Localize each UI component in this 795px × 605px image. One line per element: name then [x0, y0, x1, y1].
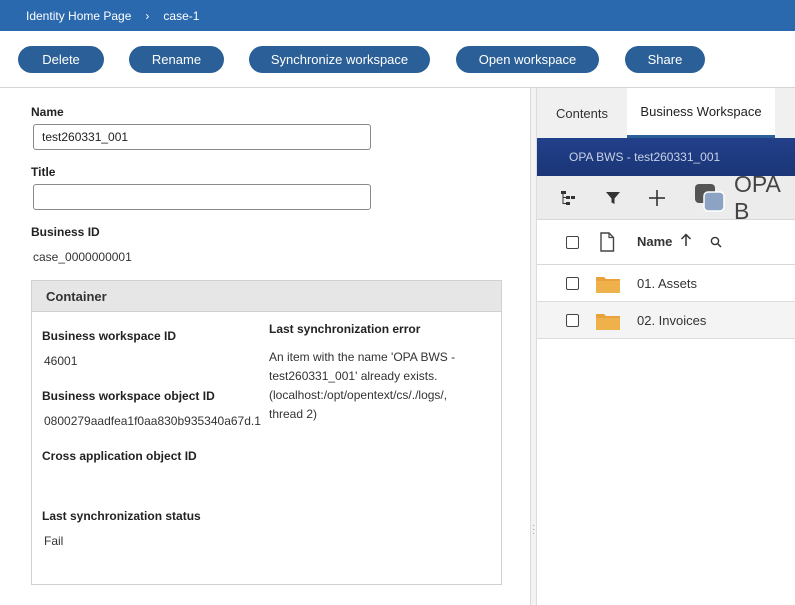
folder-icon — [596, 312, 620, 330]
drag-handle-icon[interactable]: · · · — [532, 521, 535, 539]
column-name-header[interactable]: Name — [637, 234, 672, 249]
properties-panel: Name test260331_001 Title Business ID ca… — [0, 88, 530, 605]
last-sync-status-value: Fail — [44, 534, 64, 548]
document-icon — [599, 232, 615, 257]
row-name[interactable]: 01. Assets — [637, 276, 697, 291]
delete-button[interactable]: Delete — [18, 46, 104, 73]
search-icon[interactable] — [710, 235, 722, 253]
breadcrumb: Identity Home Page › case-1 — [0, 0, 795, 31]
name-label: Name — [31, 105, 64, 119]
title-label: Title — [31, 165, 56, 179]
bws-object-id-value: 0800279aadfea1f0aa830b935340a67d.1 — [44, 414, 261, 428]
bws-id-label: Business workspace ID — [42, 329, 177, 343]
sort-ascending-icon[interactable] — [680, 233, 692, 252]
breadcrumb-current: case-1 — [163, 8, 200, 23]
breadcrumb-home-link[interactable]: Identity Home Page — [26, 9, 131, 23]
tab-contents[interactable]: Contents — [537, 88, 627, 138]
add-icon[interactable] — [645, 176, 669, 220]
workspace-toolbar: OPA B — [537, 171, 795, 224]
action-toolbar: Delete Rename Synchronize workspace Open… — [0, 31, 795, 88]
last-sync-error-label: Last synchronization error — [269, 322, 421, 336]
business-id-label: Business ID — [31, 225, 100, 239]
error-line: An item with the name 'OPA BWS - — [269, 350, 456, 364]
folder-icon — [596, 275, 620, 293]
last-sync-error-value: An item with the name 'OPA BWS - test260… — [269, 348, 455, 424]
error-line: thread 2) — [269, 407, 318, 421]
list-item[interactable]: 02. Invoices — [537, 302, 795, 339]
bws-id-value: 46001 — [44, 354, 78, 368]
open-workspace-button[interactable]: Open workspace — [456, 46, 599, 73]
tree-view-icon[interactable] — [557, 176, 579, 220]
synchronize-workspace-button[interactable]: Synchronize workspace — [249, 46, 430, 73]
table-header: Name — [537, 220, 795, 265]
list-item[interactable]: 01. Assets — [537, 265, 795, 302]
business-id-value: case_0000000001 — [33, 250, 132, 264]
tab-business-workspace[interactable]: Business Workspace — [627, 88, 775, 138]
name-input[interactable]: test260331_001 — [33, 124, 371, 150]
workspace-icon — [694, 176, 726, 220]
rename-button[interactable]: Rename — [129, 46, 224, 73]
row-checkbox[interactable] — [566, 277, 579, 290]
filter-icon[interactable] — [601, 176, 625, 220]
error-line: (localhost:/opt/opentext/cs/./logs/, — [269, 388, 448, 402]
share-button[interactable]: Share — [625, 46, 705, 73]
cross-app-id-label: Cross application object ID — [42, 449, 197, 463]
bws-object-id-label: Business workspace object ID — [42, 389, 215, 403]
workspace-title: OPA B — [734, 171, 780, 224]
row-checkbox[interactable] — [566, 314, 579, 327]
tab-bar: Contents Business Workspace — [537, 88, 795, 138]
row-name[interactable]: 02. Invoices — [637, 313, 706, 328]
last-sync-status-label: Last synchronization status — [42, 509, 201, 523]
title-input[interactable] — [33, 184, 371, 210]
workspace-panel: Contents Business Workspace OPA BWS - te… — [536, 88, 795, 605]
error-line: test260331_001' already exists. — [269, 369, 438, 383]
select-all-checkbox[interactable] — [566, 236, 579, 249]
container-header[interactable]: Container — [32, 281, 501, 312]
chevron-right-icon: › — [145, 8, 150, 23]
container-section: Container Business workspace ID 46001 Bu… — [31, 280, 502, 585]
